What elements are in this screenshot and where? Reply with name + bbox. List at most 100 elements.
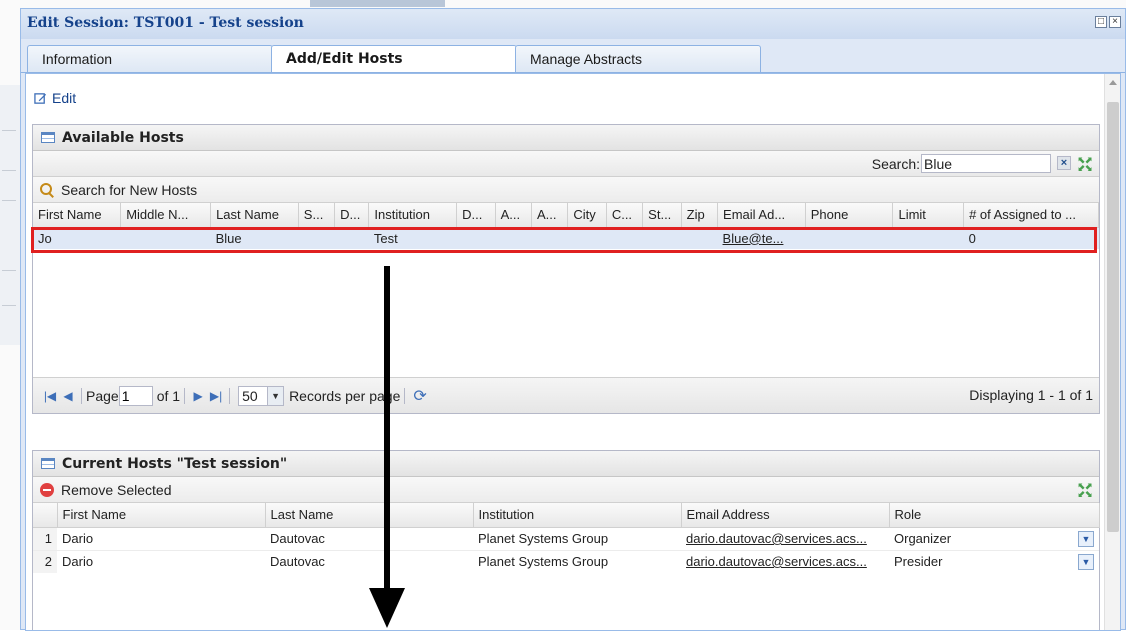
grid-icon [41, 132, 55, 143]
email-link[interactable]: dario.dautovac@services.acs... [686, 531, 867, 546]
displaying-label: Displaying 1 - 1 of 1 [969, 387, 1093, 403]
background-mark [2, 200, 16, 201]
role-dropdown-icon[interactable]: ▼ [1078, 530, 1094, 547]
edit-link[interactable]: Edit [34, 90, 76, 106]
column-header[interactable]: City [567, 203, 607, 228]
panel-title: Current Hosts "Test session" [62, 455, 288, 472]
column-header[interactable]: Last Name [210, 203, 299, 228]
tab-label: Information [42, 51, 113, 67]
current-hosts-panel: Current Hosts "Test session" Remove Sele… [32, 450, 1100, 630]
first-page-icon[interactable]: |◀ [41, 389, 59, 403]
column-header[interactable]: Email Address [681, 503, 890, 528]
role-value: Organizer [894, 531, 952, 546]
cell-role[interactable]: Presider ▼ [889, 551, 1099, 573]
cell-first-name: Dario [62, 554, 94, 569]
cell-role[interactable]: Organizer ▼ [889, 528, 1099, 550]
cell-last-name: Dautovac [270, 554, 325, 569]
edit-session-window: Edit Session: TST001 - Test session □ × … [20, 8, 1126, 631]
remove-selected-button[interactable]: Remove Selected [61, 482, 172, 498]
column-header[interactable]: First Name [57, 503, 266, 528]
cell-last-name: Dautovac [270, 531, 325, 546]
cell-first-name: Jo [33, 227, 121, 249]
background-mark [2, 170, 16, 171]
next-page-icon[interactable]: ▶ [189, 389, 207, 403]
column-header[interactable]: D... [334, 203, 370, 228]
cell-zip [681, 227, 718, 249]
cell-first-name: Dario [62, 531, 94, 546]
column-header[interactable]: Role [889, 503, 1100, 528]
column-header[interactable]: Institution [473, 503, 682, 528]
tab-add-edit-hosts[interactable]: Add/Edit Hosts [271, 45, 517, 73]
table-row[interactable]: Jo Blue Test Blue@te... 0 [33, 227, 1099, 249]
tab-manage-abstracts[interactable]: Manage Abstracts [515, 45, 761, 73]
email-link[interactable]: Blue@te... [723, 231, 784, 246]
vertical-scrollbar[interactable] [1104, 74, 1120, 630]
search-new-hosts-button[interactable]: Search for New Hosts [33, 177, 1099, 203]
cell-email[interactable]: dario.dautovac@services.acs... [681, 550, 889, 573]
cell-state [642, 227, 682, 249]
maximize-icon[interactable]: □ [1095, 16, 1107, 28]
table-row[interactable]: 2 Dario Dautovac Planet Systems Group da… [33, 550, 1099, 573]
column-header[interactable]: Phone [805, 203, 894, 228]
column-header[interactable]: A... [531, 203, 569, 228]
expand-icon[interactable]: ⬉⬈ ⬋⬊ [1077, 482, 1093, 499]
cell-city [567, 227, 607, 249]
column-header[interactable]: D... [456, 203, 496, 228]
tab-information[interactable]: Information [27, 45, 273, 73]
search-new-hosts-label: Search for New Hosts [61, 181, 198, 198]
cell [334, 227, 369, 249]
column-header[interactable]: Last Name [265, 503, 474, 528]
table-row[interactable]: 1 Dario Dautovac Planet Systems Group da… [33, 527, 1099, 550]
cell-assigned-count: 0 [963, 227, 1099, 249]
page-size-select[interactable]: 50 ▼ [238, 385, 285, 406]
panel-title: Available Hosts [62, 129, 184, 146]
email-link[interactable]: dario.dautovac@services.acs... [686, 554, 867, 569]
column-header[interactable]: St... [642, 203, 682, 228]
current-hosts-header: Current Hosts "Test session" [33, 451, 1099, 477]
cell [531, 227, 568, 249]
column-header[interactable]: # of Assigned to ... [963, 203, 1099, 228]
cell-institution: Planet Systems Group [478, 554, 609, 569]
column-header[interactable]: First Name [33, 203, 122, 228]
scroll-up-icon[interactable] [1109, 80, 1117, 85]
column-header[interactable]: C... [606, 203, 644, 228]
column-header[interactable]: A... [495, 203, 532, 228]
scroll-thumb[interactable] [1107, 102, 1119, 532]
background-mark [2, 130, 16, 131]
column-header[interactable]: Email Ad... [717, 203, 806, 228]
separator [404, 387, 406, 404]
page-count-label: of 1 [156, 387, 181, 404]
separator [229, 387, 231, 404]
column-header[interactable]: Limit [892, 203, 965, 228]
cell-email[interactable]: Blue@te... [717, 227, 806, 249]
window-header[interactable]: Edit Session: TST001 - Test session □ × [21, 9, 1125, 39]
background-toolbar [310, 0, 445, 7]
column-header[interactable]: Middle N... [120, 203, 212, 228]
row-number: 2 [33, 550, 57, 573]
page-number-input[interactable] [118, 385, 153, 406]
cell-limit [892, 227, 964, 249]
cell-email[interactable]: dario.dautovac@services.acs... [681, 527, 889, 550]
expand-icon[interactable]: ⬉⬈ ⬋⬊ [1077, 156, 1093, 173]
role-dropdown-icon[interactable]: ▼ [1078, 553, 1094, 570]
table-header-row: First Name Middle N... Last Name S... D.… [33, 203, 1099, 228]
column-header[interactable]: Zip [681, 203, 719, 228]
separator [81, 387, 82, 404]
search-input[interactable] [921, 154, 1051, 173]
remove-icon[interactable] [40, 482, 54, 497]
available-hosts-panel: Available Hosts Search: × ⬉⬈⬋⬊ Search fo… [31, 124, 1100, 414]
row-number-header [33, 503, 58, 528]
last-page-icon[interactable]: ▶| [207, 389, 225, 403]
refresh-icon[interactable]: ⟳ [413, 386, 426, 406]
role-value: Presider [894, 554, 943, 569]
column-header[interactable]: Institution [368, 203, 458, 228]
close-icon[interactable]: × [1109, 16, 1121, 28]
column-header[interactable]: S... [298, 203, 336, 228]
chevron-down-icon[interactable]: ▼ [267, 386, 284, 405]
prev-page-icon[interactable]: ◀ [59, 389, 77, 403]
cell-phone [805, 227, 893, 249]
page-size-value: 50 [239, 386, 268, 405]
clear-search-icon[interactable]: × [1057, 156, 1071, 170]
background-sidebar [0, 85, 22, 345]
cell [456, 227, 496, 249]
